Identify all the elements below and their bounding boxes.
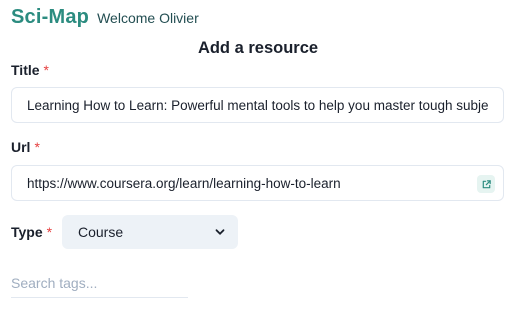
required-marker: * bbox=[43, 62, 49, 78]
url-input-value: https://www.coursera.org/learn/learning-… bbox=[27, 175, 341, 191]
title-label-text: Title bbox=[11, 62, 40, 78]
external-link-icon bbox=[482, 179, 491, 188]
title-input-value: Learning How to Learn: Powerful mental t… bbox=[27, 97, 488, 113]
form-title: Add a resource bbox=[197, 39, 319, 57]
header: Sci-Map Welcome Olivier bbox=[11, 6, 199, 29]
type-label: Type * bbox=[11, 224, 52, 240]
title-label: Title * bbox=[11, 62, 49, 78]
welcome-message: Welcome Olivier bbox=[97, 10, 199, 26]
chevron-down-icon bbox=[215, 229, 225, 235]
tags-search-input[interactable] bbox=[11, 274, 188, 291]
url-label: Url * bbox=[11, 139, 40, 155]
type-field: Type * Course bbox=[11, 215, 238, 249]
required-marker: * bbox=[34, 139, 40, 155]
brand-logo[interactable]: Sci-Map bbox=[11, 6, 89, 29]
add-resource-page: Sci-Map Welcome Olivier Add a resource T… bbox=[0, 0, 512, 320]
required-marker: * bbox=[46, 224, 53, 240]
type-select[interactable]: Course bbox=[62, 215, 238, 249]
url-input[interactable]: https://www.coursera.org/learn/learning-… bbox=[11, 165, 504, 201]
title-input[interactable]: Learning How to Learn: Powerful mental t… bbox=[11, 87, 504, 123]
open-url-button[interactable] bbox=[477, 175, 495, 193]
type-select-value: Course bbox=[78, 224, 124, 240]
tags-search bbox=[11, 268, 188, 298]
url-label-text: Url bbox=[11, 139, 31, 155]
type-label-text: Type bbox=[11, 224, 43, 240]
